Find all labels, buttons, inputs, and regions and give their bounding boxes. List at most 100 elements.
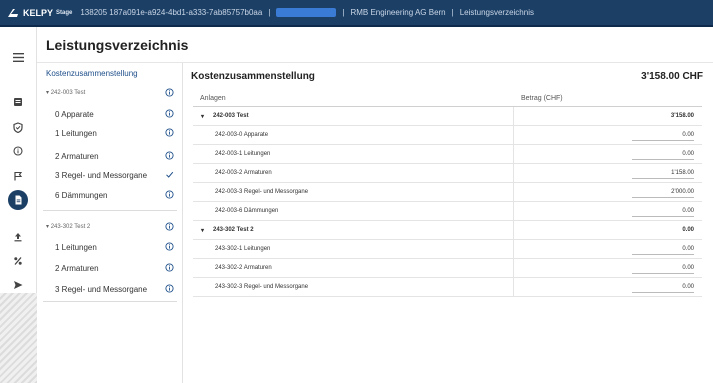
amount-input[interactable]: 0.00 <box>682 151 694 157</box>
table-row: 242-003-3 Regel- und Messorgane 2'000.00 <box>193 183 702 202</box>
nav-divider <box>43 210 177 211</box>
page-header: Leistungsverzeichnis <box>37 27 713 63</box>
row-amount: 0.00 <box>682 227 694 233</box>
column-header-betrag: Betrag (CHF) <box>521 95 563 102</box>
amount-input[interactable]: 0.00 <box>682 208 694 214</box>
info-status-icon <box>165 128 174 137</box>
amount-input[interactable]: 0.00 <box>682 132 694 138</box>
section-nav: Kostenzusammenstellung ▾ 242-003 Test 0 … <box>37 63 183 383</box>
caret-down-icon: ▾ <box>46 224 50 230</box>
caret-down-icon[interactable]: ▾ <box>201 113 204 120</box>
input-underline <box>632 273 694 274</box>
check-status-icon <box>166 171 174 178</box>
info-status-icon <box>165 263 174 272</box>
table-row: 242-003-2 Armaturen 1'158.00 <box>193 164 702 183</box>
nav-item-leitungen[interactable]: 1 Leitungen <box>55 129 97 138</box>
row-name: 243-302 Test 2 <box>213 227 254 233</box>
breadcrumb-separator: | <box>451 8 454 17</box>
input-underline <box>632 178 694 179</box>
redacted-user <box>276 8 337 17</box>
row-name: 242-003-3 Regel- und Messorgane <box>215 189 309 195</box>
breadcrumb-module[interactable]: Leistungsverzeichnis <box>460 8 534 17</box>
stage-label: Stage <box>56 9 73 16</box>
nav-item-armaturen[interactable]: 2 Armaturen <box>55 152 99 161</box>
amount-input[interactable]: 0.00 <box>682 246 694 252</box>
column-divider <box>513 202 514 220</box>
table-header: Anlagen Betrag (CHF) <box>193 90 702 107</box>
column-divider <box>513 259 514 277</box>
column-divider <box>513 183 514 201</box>
column-divider <box>513 107 514 125</box>
caret-down-icon[interactable]: ▾ <box>201 227 204 234</box>
info-status-icon <box>165 109 174 118</box>
nav-item-apparate[interactable]: 0 Apparate <box>55 110 94 119</box>
document-icon[interactable] <box>8 190 28 210</box>
row-name: 242-003 Test <box>213 113 249 119</box>
row-name: 242-003-2 Armaturen <box>215 170 272 176</box>
info-status-icon <box>165 190 174 199</box>
nav-item-daemmungen[interactable]: 6 Dämmungen <box>55 191 107 200</box>
icon-rail <box>0 27 37 383</box>
column-divider <box>513 240 514 258</box>
nav-divider <box>43 301 177 302</box>
menu-icon[interactable] <box>8 47 28 67</box>
amount-input[interactable]: 0.00 <box>682 265 694 271</box>
table-row: 242-003-6 Dämmungen 0.00 <box>193 202 702 221</box>
input-underline <box>632 216 694 217</box>
shield-icon[interactable] <box>8 117 28 137</box>
info-status-icon <box>165 242 174 251</box>
info-status-icon <box>165 284 174 293</box>
kelpy-logo-icon <box>8 8 18 17</box>
info-status-icon <box>165 88 174 97</box>
rail-hatch-decoration <box>0 293 37 383</box>
brand-name: KELPY <box>23 7 54 18</box>
info-status-icon <box>165 222 174 231</box>
row-name: 243-302-3 Regel- und Messorgane <box>215 284 309 290</box>
send-icon[interactable] <box>8 275 28 295</box>
nav-item-leitungen-2[interactable]: 1 Leitungen <box>55 243 97 252</box>
input-underline <box>632 292 694 293</box>
nav-item-regel-und-messorgane-2[interactable]: 3 Regel- und Messorgane <box>55 285 147 294</box>
brand-logo[interactable]: KELPY Stage <box>6 7 72 19</box>
amount-input[interactable]: 2'000.00 <box>671 189 694 195</box>
nav-group-label: 243-302 Test 2 <box>50 224 91 230</box>
nav-group-243-302[interactable]: ▾ 243-302 Test 2 <box>46 223 90 230</box>
breadcrumb-separator: | <box>342 8 345 17</box>
nav-item-regel-und-messorgane[interactable]: 3 Regel- und Messorgane <box>55 171 147 180</box>
table-row-group[interactable]: ▾ 243-302 Test 2 0.00 <box>193 221 702 240</box>
row-name: 242-003-6 Dämmungen <box>215 208 279 214</box>
session-id: 138205 187a091e-a924-4bd1-a333-7ab85757b… <box>80 8 263 17</box>
upload-icon[interactable] <box>8 227 28 247</box>
amount-input[interactable]: 1'158.00 <box>671 170 694 176</box>
table-row: 242-003-1 Leitungen 0.00 <box>193 145 702 164</box>
row-name: 243-302-2 Armaturen <box>215 265 272 271</box>
cost-table: Anlagen Betrag (CHF) ▾ 242-003 Test 3'15… <box>193 90 702 297</box>
page-title: Leistungsverzeichnis <box>46 37 189 53</box>
breadcrumb-company[interactable]: RMB Engineering AG Bern <box>350 8 445 17</box>
info-icon[interactable] <box>8 141 28 161</box>
inbox-icon[interactable] <box>8 92 28 112</box>
table-row: 243-302-1 Leitungen 0.00 <box>193 240 702 259</box>
column-divider <box>513 126 514 144</box>
flag-icon[interactable] <box>8 166 28 186</box>
info-status-icon <box>165 151 174 160</box>
column-header-anlagen: Anlagen <box>200 95 226 102</box>
main-content: Kostenzusammenstellung 3'158.00 CHF Anla… <box>184 63 705 383</box>
amount-input[interactable]: 0.00 <box>682 284 694 290</box>
percent-icon[interactable] <box>8 251 28 271</box>
nav-group-label: 242-003 Test <box>50 90 86 96</box>
input-underline <box>632 254 694 255</box>
column-divider <box>513 145 514 163</box>
nav-group-242-003[interactable]: ▾ 242-003 Test <box>46 89 85 96</box>
column-divider <box>513 221 514 239</box>
top-bar: KELPY Stage 138205 187a091e-a924-4bd1-a3… <box>0 0 713 27</box>
row-amount: 3'158.00 <box>670 113 694 119</box>
row-name: 242-003-1 Leitungen <box>215 151 271 157</box>
input-underline <box>632 159 694 160</box>
nav-item-kostenzusammenstellung[interactable]: Kostenzusammenstellung <box>46 69 138 78</box>
nav-item-armaturen-2[interactable]: 2 Armaturen <box>55 264 99 273</box>
input-underline <box>632 197 694 198</box>
table-row-group[interactable]: ▾ 242-003 Test 3'158.00 <box>193 107 702 126</box>
input-underline <box>632 140 694 141</box>
row-name: 243-302-1 Leitungen <box>215 246 271 252</box>
